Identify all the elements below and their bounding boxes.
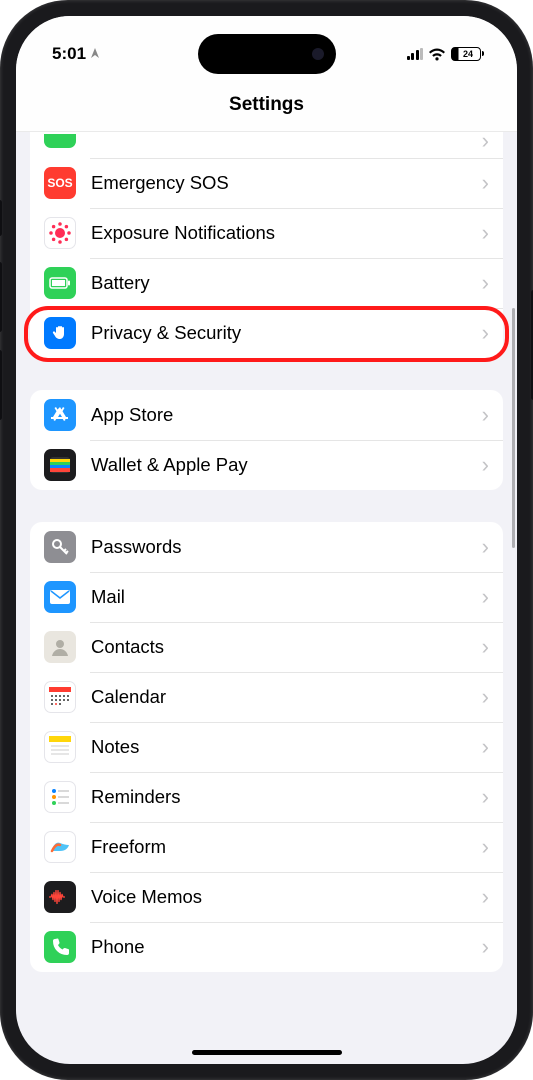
- chevron-right-icon: ›: [482, 584, 489, 610]
- row-label: Privacy & Security: [91, 322, 482, 344]
- row-label: Passwords: [91, 536, 482, 558]
- exposure-icon: [44, 217, 76, 249]
- chevron-right-icon: ›: [482, 534, 489, 560]
- voice-memos-icon: [44, 881, 76, 913]
- notes-icon: [44, 731, 76, 763]
- settings-row-partial[interactable]: ›: [30, 132, 503, 158]
- partial-icon: [44, 134, 76, 148]
- status-time: 5:01: [52, 44, 86, 64]
- settings-row-reminders[interactable]: Reminders ›: [30, 772, 503, 822]
- settings-row-voice-memos[interactable]: Voice Memos ›: [30, 872, 503, 922]
- settings-row-notes[interactable]: Notes ›: [30, 722, 503, 772]
- chevron-right-icon: ›: [482, 634, 489, 660]
- page-title: Settings: [229, 94, 304, 116]
- chevron-right-icon: ›: [482, 834, 489, 860]
- row-label: App Store: [91, 404, 482, 426]
- phone-frame: 5:01 24 Settings: [0, 0, 533, 1080]
- settings-row-wallet[interactable]: Wallet & Apple Pay ›: [30, 440, 503, 490]
- settings-row-passwords[interactable]: Passwords ›: [30, 522, 503, 572]
- settings-row-emergency-sos[interactable]: SOS Emergency SOS ›: [30, 158, 503, 208]
- row-label: Mail: [91, 586, 482, 608]
- chevron-right-icon: ›: [482, 320, 489, 346]
- location-icon: [90, 47, 100, 62]
- settings-row-phone[interactable]: Phone ›: [30, 922, 503, 972]
- settings-row-battery[interactable]: Battery ›: [30, 258, 503, 308]
- mail-icon: [44, 581, 76, 613]
- row-label: Reminders: [91, 786, 482, 808]
- cellular-signal-icon: [407, 48, 424, 60]
- appstore-icon: [44, 399, 76, 431]
- settings-row-freeform[interactable]: Freeform ›: [30, 822, 503, 872]
- settings-group-general: › SOS Emergency SOS › Exposure Notificat…: [30, 132, 503, 358]
- nav-header: Settings: [16, 78, 517, 132]
- chevron-right-icon: ›: [482, 684, 489, 710]
- mute-switch: [0, 200, 2, 236]
- settings-row-mail[interactable]: Mail ›: [30, 572, 503, 622]
- chevron-right-icon: ›: [482, 884, 489, 910]
- chevron-right-icon: ›: [482, 270, 489, 296]
- settings-row-calendar[interactable]: Calendar ›: [30, 672, 503, 722]
- settings-list[interactable]: › SOS Emergency SOS › Exposure Notificat…: [16, 132, 517, 1064]
- battery-icon: 24: [451, 47, 481, 61]
- row-label: Phone: [91, 936, 482, 958]
- row-label: Battery: [91, 272, 482, 294]
- battery-settings-icon: [44, 267, 76, 299]
- contacts-icon: [44, 631, 76, 663]
- volume-down: [0, 350, 2, 420]
- chevron-right-icon: ›: [482, 170, 489, 196]
- row-label: Freeform: [91, 836, 482, 858]
- row-label: Calendar: [91, 686, 482, 708]
- settings-row-exposure[interactable]: Exposure Notifications ›: [30, 208, 503, 258]
- freeform-icon: [44, 831, 76, 863]
- row-label: Contacts: [91, 636, 482, 658]
- row-label: Emergency SOS: [91, 172, 482, 194]
- row-label: Wallet & Apple Pay: [91, 454, 482, 476]
- settings-group-apps: Passwords › Mail › Contacts ›: [30, 522, 503, 972]
- chevron-right-icon: ›: [482, 220, 489, 246]
- settings-row-privacy[interactable]: Privacy & Security ›: [30, 308, 503, 358]
- chevron-right-icon: ›: [482, 132, 489, 154]
- chevron-right-icon: ›: [482, 934, 489, 960]
- key-icon: [44, 531, 76, 563]
- chevron-right-icon: ›: [482, 734, 489, 760]
- volume-up: [0, 262, 2, 332]
- scroll-indicator[interactable]: [512, 308, 515, 548]
- sos-icon: SOS: [44, 167, 76, 199]
- row-label: Notes: [91, 736, 482, 758]
- dynamic-island: [198, 34, 336, 74]
- row-label: Voice Memos: [91, 886, 482, 908]
- wallet-icon: [44, 449, 76, 481]
- chevron-right-icon: ›: [482, 402, 489, 428]
- settings-row-app-store[interactable]: App Store ›: [30, 390, 503, 440]
- reminders-icon: [44, 781, 76, 813]
- screen: 5:01 24 Settings: [16, 16, 517, 1064]
- chevron-right-icon: ›: [482, 452, 489, 478]
- hand-icon: [44, 317, 76, 349]
- calendar-icon: [44, 681, 76, 713]
- wifi-icon: [428, 48, 446, 61]
- settings-row-contacts[interactable]: Contacts ›: [30, 622, 503, 672]
- phone-icon: [44, 931, 76, 963]
- chevron-right-icon: ›: [482, 784, 489, 810]
- settings-group-store: App Store › Wallet & Apple Pay ›: [30, 390, 503, 490]
- row-label: Exposure Notifications: [91, 222, 482, 244]
- home-indicator[interactable]: [192, 1050, 342, 1055]
